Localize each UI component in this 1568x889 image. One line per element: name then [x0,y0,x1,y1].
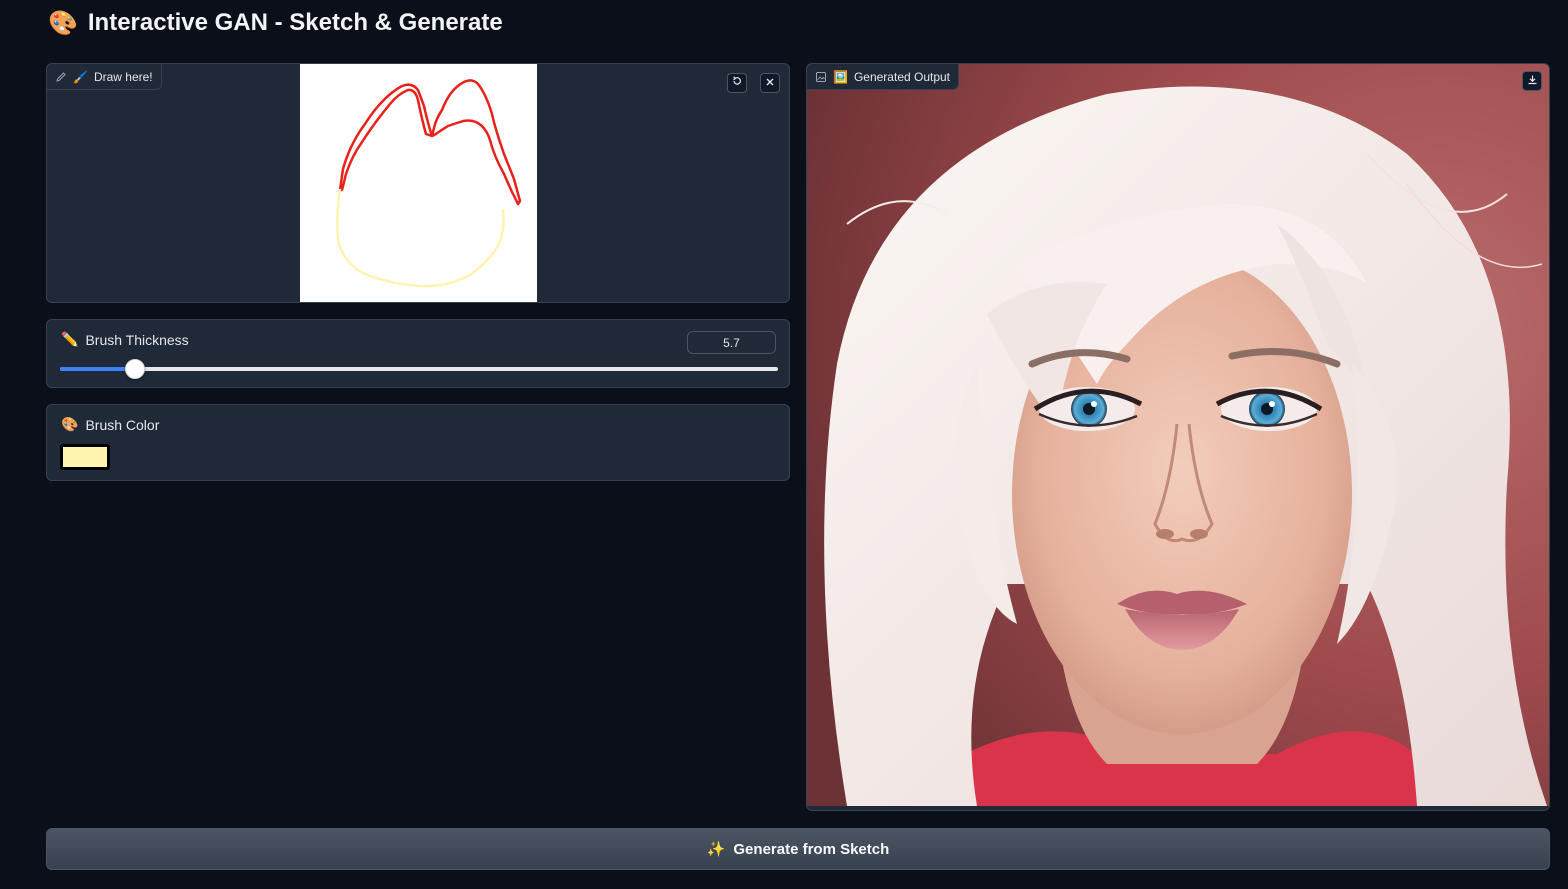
sketch-label: Draw here! [93,69,153,84]
paintbrush-icon: 🖌️ [73,69,88,84]
thickness-slider-thumb[interactable] [125,359,146,379]
palette-icon: 🎨 [48,9,78,37]
sketch-panel: 🖌️ Draw here! [46,63,790,303]
sparkles-icon: ✨ [706,840,726,858]
image-icon [815,71,827,83]
thickness-label: Brush Thickness [85,332,189,348]
close-icon [765,74,775,92]
thickness-slider-fill [60,367,136,371]
color-picker-swatch[interactable] [60,444,110,470]
sketch-drawing [336,79,522,288]
app-root: 🎨 Interactive GAN - Sketch & Generate 🖌️… [0,0,1568,889]
portrait-illustration [807,64,1549,806]
framed-picture-icon: 🖼️ [833,69,848,84]
undo-button[interactable] [727,73,747,93]
pencil-icon [55,71,67,83]
sketch-label-tag: 🖌️ Draw here! [47,64,162,90]
color-panel: 🎨 Brush Color [46,404,790,481]
thickness-label-row: ✏️ Brush Thickness [61,332,189,348]
output-label-tag: 🖼️ Generated Output [807,64,960,90]
thickness-slider-track[interactable] [60,359,778,379]
generated-portrait-image [807,64,1549,806]
generate-button[interactable]: ✨ Generate from Sketch [46,828,1550,870]
color-label-row: 🎨 Brush Color [61,417,159,433]
yellow-face-stroke [336,188,505,288]
output-label: Generated Output [853,69,951,84]
color-label: Brush Color [85,417,160,433]
palette-emoji-icon: 🎨 [61,417,79,433]
download-icon [1527,72,1538,90]
generate-button-label: Generate from Sketch [733,840,890,858]
thickness-number-input[interactable]: 5.7 [687,331,776,354]
clear-button[interactable] [760,73,780,93]
red-hair-stroke [338,79,522,206]
download-button[interactable] [1522,71,1542,91]
undo-icon [731,74,743,92]
pencil-emoji-icon: ✏️ [61,332,79,348]
page-title-text: Interactive GAN - Sketch & Generate [87,9,503,36]
page-title: 🎨 Interactive GAN - Sketch & Generate [48,8,503,38]
output-panel: 🖼️ Generated Output [806,63,1550,811]
sketch-canvas[interactable] [300,64,537,302]
thickness-panel: ✏️ Brush Thickness 5.7 [46,319,790,388]
